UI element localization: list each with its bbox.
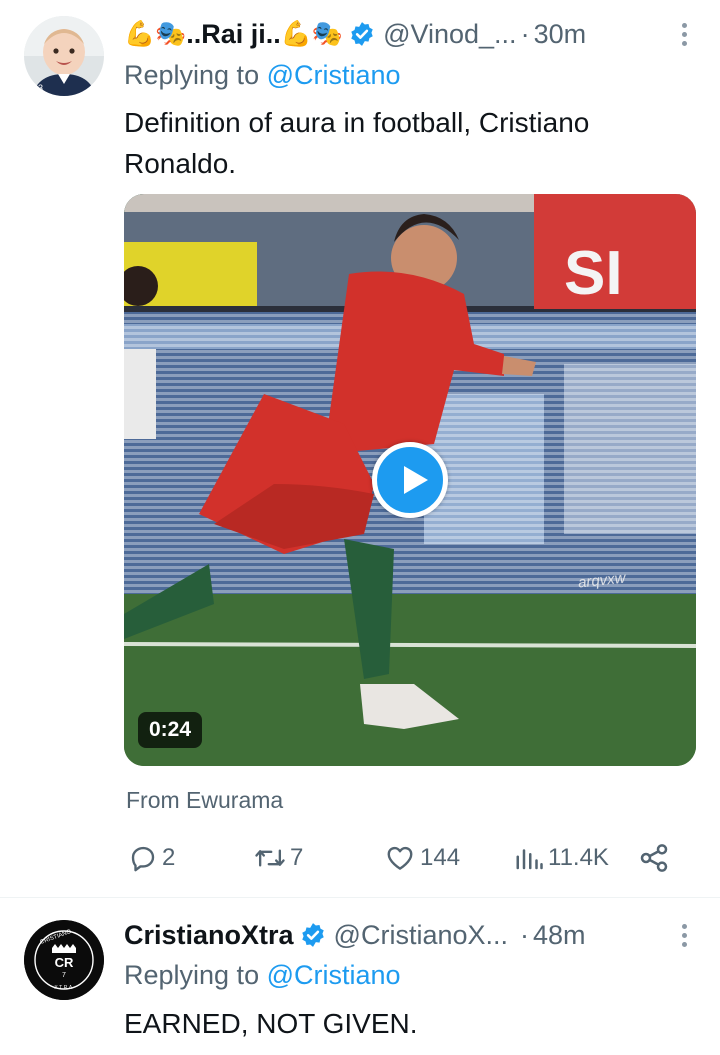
reply-icon: [131, 846, 155, 872]
retweet-button[interactable]: 7: [254, 840, 303, 876]
svg-text:3: 3: [38, 83, 43, 93]
video-duration: 0:24: [138, 712, 203, 748]
user-handle[interactable]: @Vinod_...: [383, 19, 517, 50]
display-name[interactable]: 💪🎭 ..Rai ji.. 💪🎭: [124, 19, 343, 50]
display-name-emoji-suffix: 💪🎭: [280, 19, 344, 48]
more-icon[interactable]: [672, 20, 696, 48]
verified-badge-icon: [351, 22, 373, 46]
baby-avatar-image: 3: [24, 16, 104, 96]
display-name-emoji-prefix: 💪🎭: [124, 19, 187, 48]
share-button[interactable]: [638, 840, 670, 876]
replying-to: Replying to @Cristiano: [124, 60, 401, 91]
retweet-icon: [255, 849, 285, 867]
replying-to-label: Replying to: [124, 960, 260, 990]
logo-monogram: CR: [55, 955, 74, 970]
play-icon[interactable]: [372, 442, 448, 518]
tweet[interactable]: CRISTIANO CR 7 XTRA CristianoXtra @Crist…: [0, 898, 720, 1055]
media-attribution[interactable]: From Ewurama: [126, 787, 283, 814]
views-count: 11.4K: [548, 844, 609, 871]
tweet[interactable]: 3 💪🎭 ..Rai ji.. 💪🎭 @Vinod_... · 30m Repl…: [0, 0, 720, 898]
like-button[interactable]: 144: [384, 840, 460, 876]
retweet-count: 7: [290, 844, 304, 871]
replying-to: Replying to @Cristiano: [124, 960, 401, 991]
tweet-header: 💪🎭 ..Rai ji.. 💪🎭 @Vinod_... · 30m: [124, 14, 696, 54]
like-icon: [387, 846, 413, 870]
views-icon: [516, 849, 543, 870]
cristianoxtra-logo: CRISTIANO CR 7 XTRA: [24, 920, 104, 1000]
banner-text: SI: [564, 239, 623, 308]
separator-dot: ·: [520, 919, 530, 950]
mention-link[interactable]: @Cristiano: [267, 960, 401, 990]
timestamp[interactable]: 30m: [534, 19, 587, 50]
avatar[interactable]: CRISTIANO CR 7 XTRA: [24, 920, 104, 1000]
tweet-header: CristianoXtra @CristianoX... · 48m: [124, 915, 696, 955]
tweet-text: Definition of aura in football, Cristian…: [124, 107, 590, 179]
like-count: 144: [420, 844, 461, 871]
timestamp[interactable]: 48m: [533, 920, 586, 951]
reply-count: 2: [162, 844, 176, 871]
logo-number: 7: [62, 972, 66, 979]
reply-button[interactable]: 2: [128, 840, 175, 876]
views-button[interactable]: 11.4K: [514, 840, 609, 876]
avatar[interactable]: 3: [24, 16, 104, 96]
display-name[interactable]: CristianoXtra: [124, 920, 294, 951]
separator-dot: ·: [520, 18, 530, 49]
display-name-text: ..Rai ji..: [186, 18, 281, 49]
replying-to-label: Replying to: [124, 60, 260, 90]
share-icon: [640, 844, 668, 872]
user-handle[interactable]: @CristianoX...: [334, 920, 508, 951]
logo-bottom-text: XTRA: [54, 985, 73, 991]
verified-badge-icon: [301, 923, 324, 947]
tweet-text: EARNED, NOT GIVEN.: [124, 1008, 418, 1039]
more-icon[interactable]: [672, 921, 696, 949]
mention-link[interactable]: @Cristiano: [267, 60, 401, 90]
